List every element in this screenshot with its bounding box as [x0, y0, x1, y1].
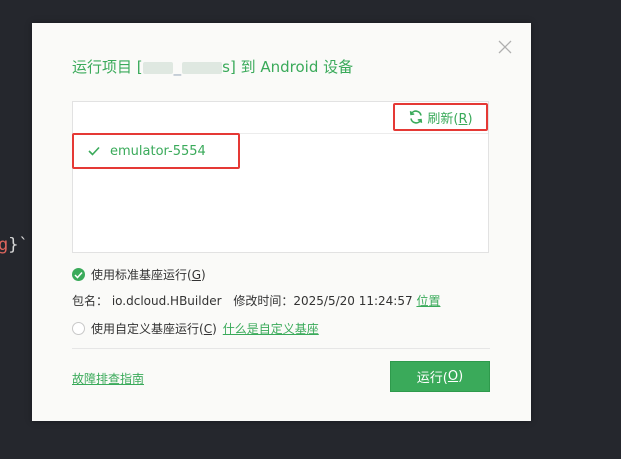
redacted-project-name: [142, 61, 173, 74]
custom-base-option[interactable]: 使用自定义基座运行(C) 什么是自定义基座: [72, 320, 319, 337]
custom-base-label: 使用自定义基座运行(C): [91, 322, 217, 336]
package-info: 包名： io.dcloud.HBuilder 修改时间：2025/5/20 11…: [72, 294, 441, 308]
modified-time: 2025/5/20 11:24:57: [293, 294, 413, 308]
device-list: 刷新(R) emulator-5554: [72, 101, 489, 253]
device-name: emulator-5554: [110, 143, 206, 159]
divider: [72, 348, 490, 349]
troubleshoot-link[interactable]: 故障排查指南: [72, 370, 144, 387]
radio-unchecked-icon[interactable]: [72, 322, 85, 335]
run-to-android-dialog: 运行项目 [_ s] 到 Android 设备 刷新(R) emulator-55…: [32, 23, 531, 421]
refresh-button[interactable]: 刷新(R): [393, 103, 488, 131]
standard-base-label: 使用标准基座运行(G): [91, 268, 206, 282]
close-icon[interactable]: [497, 39, 513, 55]
refresh-icon: [410, 110, 423, 124]
radio-checked-icon[interactable]: [72, 268, 85, 281]
device-item-emulator[interactable]: emulator-5554: [72, 133, 240, 169]
run-button[interactable]: 运行(O): [390, 361, 490, 392]
editor-code-fragment: g}`: [0, 235, 29, 255]
package-name: io.dcloud.HBuilder: [111, 294, 222, 308]
device-list-toolbar: 刷新(R): [73, 102, 488, 134]
redacted-project-name: [182, 61, 223, 74]
location-link[interactable]: 位置: [416, 294, 440, 308]
checkmark-icon: [88, 146, 100, 156]
dialog-title: 运行项目 [_ s] 到 Android 设备: [72, 58, 354, 76]
standard-base-option[interactable]: 使用标准基座运行(G): [72, 266, 206, 283]
custom-base-help-link[interactable]: 什么是自定义基座: [223, 320, 319, 337]
